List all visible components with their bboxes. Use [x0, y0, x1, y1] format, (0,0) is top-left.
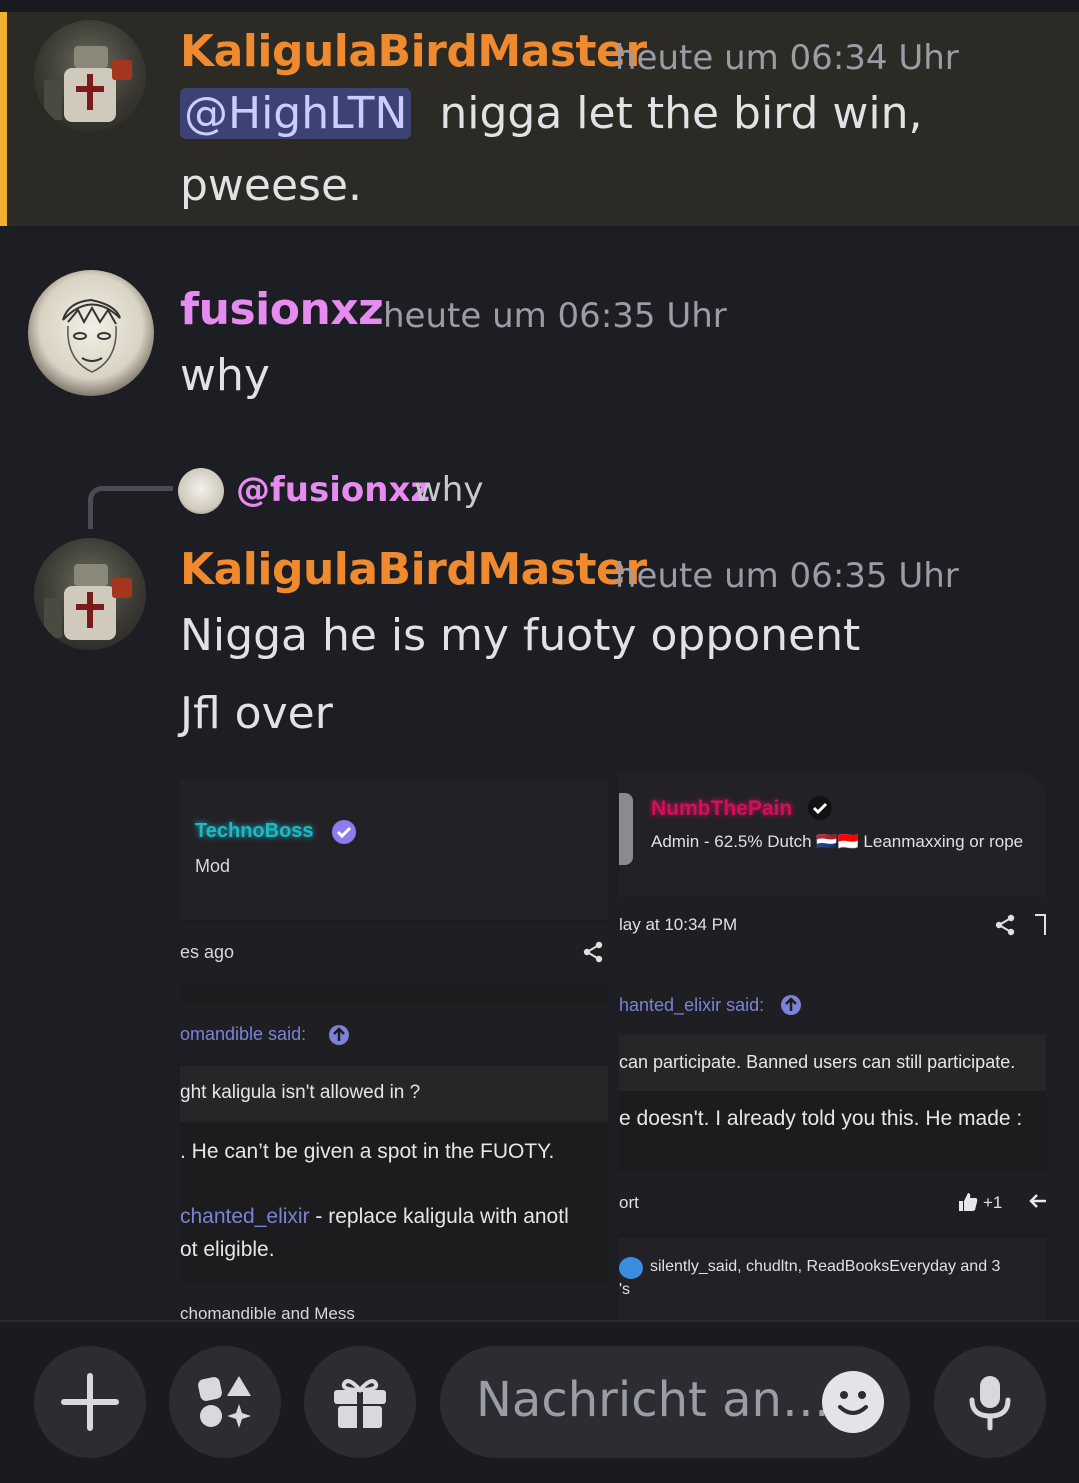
image-attachment-right[interactable]: NumbThePain Admin - 62.5% Dutch 🇳🇱🇮🇩 Lea… [619, 773, 1046, 1320]
post-body-line: . He can’t be given a spot in the FUOTY. [180, 1140, 555, 1163]
emoji-button[interactable] [822, 1371, 884, 1433]
post-reactions: silently_said, chudltn, ReadBooksEveryda… [650, 1258, 1001, 1275]
message-timestamp: heute um 06:34 Uhr [615, 38, 959, 78]
voice-message-button[interactable] [934, 1346, 1046, 1458]
message-input-placeholder: Nachricht an… [476, 1372, 830, 1428]
post-avatar [619, 793, 633, 865]
post-body-line: chanted_elixir - replace kaligula with a… [180, 1205, 569, 1228]
reaction-count: +1 [983, 1193, 1003, 1212]
post-meta-bar [180, 922, 608, 984]
message-author[interactable]: KaligulaBirdMaster [180, 544, 647, 595]
reply-mention[interactable]: @fusionxz [236, 470, 430, 510]
post-time: lay at 10:34 PM [619, 915, 738, 934]
reply-preview-text[interactable]: why [414, 470, 483, 510]
reply-arrow-icon[interactable] [1029, 1193, 1046, 1211]
post-subtitle: Admin - 62.5% Dutch 🇳🇱🇮🇩 Leanmaxxing or … [651, 832, 1024, 851]
knight-avatar-icon [44, 564, 132, 640]
avatar-kaligulabirdmaster[interactable] [34, 538, 146, 650]
post-time: es ago [180, 942, 235, 962]
post-body-line: ot eligible. [180, 1238, 275, 1261]
message-text: Nigga he is my fuoty opponent [180, 610, 861, 661]
plus-icon [61, 1373, 119, 1431]
post-body-line: e doesn't. I already told you this. He m… [619, 1107, 1023, 1130]
post-reactions: chomandible and Mess [180, 1304, 355, 1320]
user-mention[interactable]: @HighLTN [180, 88, 412, 139]
apps-icon [198, 1376, 251, 1428]
share-icon[interactable] [994, 914, 1016, 936]
quote-text: ght kaligula isn't allowed in ? [180, 1082, 421, 1103]
post-reactions: 's [619, 1281, 631, 1298]
gift-icon [334, 1379, 386, 1428]
post-actions-bar [619, 1173, 1046, 1233]
quote-author: hanted_elixir said: [619, 995, 765, 1015]
message-timestamp: heute um 06:35 Uhr [383, 296, 727, 336]
image-attachment-left[interactable]: TechnoBoss Mod es ago omandible said: gh… [180, 780, 608, 1320]
message-author[interactable]: fusionxz [180, 284, 384, 335]
message-text: Jfl over [180, 688, 333, 739]
share-icon[interactable] [582, 941, 604, 963]
sketch-avatar-icon [62, 298, 121, 373]
apps-button[interactable] [169, 1346, 281, 1458]
microphone-icon [969, 1376, 1011, 1431]
post-header [180, 780, 608, 920]
quote-author: omandible said: [180, 1024, 307, 1044]
verified-icon [808, 796, 832, 820]
message-timestamp: heute um 06:35 Uhr [615, 556, 959, 596]
mention-highlight-bar [0, 12, 7, 226]
post-username: NumbThePain [651, 797, 793, 820]
verified-icon [332, 820, 356, 844]
arrow-up-icon [329, 1025, 349, 1045]
post-username: TechnoBoss [195, 820, 314, 842]
message-text: pweese. [180, 160, 363, 211]
thumbs-up-icon[interactable] [957, 1191, 979, 1213]
message-text: why [180, 350, 270, 401]
like-reaction-icon [619, 1257, 643, 1279]
user-mention: chanted_elixir [180, 1205, 310, 1228]
reply-avatar [178, 468, 224, 514]
add-attachment-button[interactable] [34, 1346, 146, 1458]
message-text: nigga let the bird win, [439, 88, 923, 139]
gift-button[interactable] [304, 1346, 416, 1458]
top-strip [0, 0, 1079, 12]
post-meta-bar [619, 897, 1046, 975]
message-content: @HighLTN nigga let the bird win, [180, 88, 923, 139]
reply-connector [88, 486, 173, 529]
message-author[interactable]: KaligulaBirdMaster [180, 26, 647, 77]
avatar-kaligulabirdmaster[interactable] [34, 20, 146, 132]
reactions-bar [619, 1237, 1046, 1320]
avatar-fusionxz[interactable] [28, 270, 154, 396]
arrow-up-icon [781, 995, 801, 1015]
post-role: Mod [195, 856, 231, 876]
quote-text: can participate. Banned users can still … [619, 1052, 1016, 1072]
knight-avatar-icon [44, 46, 132, 122]
report-link[interactable]: ort [619, 1193, 639, 1213]
bookmark-icon[interactable] [1033, 913, 1046, 937]
smiley-icon [838, 1391, 868, 1415]
